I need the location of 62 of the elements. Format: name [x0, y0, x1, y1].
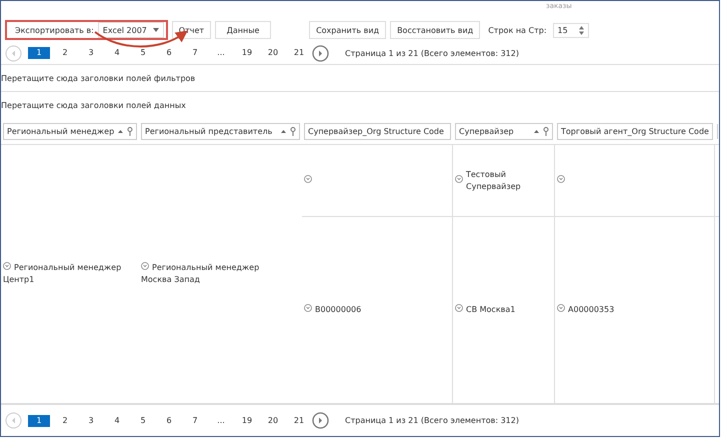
filter-icon	[543, 127, 549, 136]
page-summary: Страница 1 из 21 (Всего элементов: 312)	[345, 416, 519, 425]
page-link[interactable]: 21	[286, 47, 312, 59]
sort-icon	[534, 130, 539, 133]
export-label: Экспортировать в:	[15, 26, 94, 34]
caret-icon	[152, 28, 159, 32]
view-button[interactable]: Сохранить вид	[309, 21, 386, 39]
page-link[interactable]: 2	[52, 47, 78, 59]
spinner-icon	[578, 26, 584, 34]
table-cell-text: Региональный менеджер Москва Запад	[140, 262, 260, 286]
page-summary: Страница 1 из 21 (Всего элементов: 312)	[345, 48, 519, 58]
rows-per-page-label: Строк на Стр:	[488, 26, 547, 34]
next-page-icon[interactable]	[312, 412, 329, 429]
column-header[interactable]: Региональный менеджер	[3, 123, 137, 140]
page-link[interactable]: 4	[104, 414, 130, 426]
expand-icon[interactable]	[557, 174, 565, 182]
page-link[interactable]: 1	[28, 414, 50, 426]
column-header[interactable]: Супервайзер	[455, 123, 553, 140]
expand-icon[interactable]	[3, 262, 11, 270]
column-header[interactable]: Супервайзер_Org Structure Code	[304, 123, 451, 140]
expand-icon[interactable]	[304, 174, 312, 182]
page-link[interactable]: 6	[156, 414, 182, 426]
filter-icon	[290, 127, 296, 136]
page-link[interactable]: 19	[234, 414, 260, 426]
filter-icon	[127, 127, 133, 136]
page-link[interactable]: 7	[182, 47, 208, 59]
data-drop-area: Перетащите сюда заголовки полей данных	[1, 101, 186, 110]
page-link[interactable]: 7	[182, 414, 208, 426]
expand-icon[interactable]	[141, 262, 149, 270]
page-link[interactable]: 4	[104, 47, 130, 59]
table-cell: A00000353	[555, 217, 715, 403]
page-link[interactable]: 5	[130, 414, 156, 426]
page-link[interactable]: 2	[52, 414, 78, 426]
filter-drop-area: Перетащите сюда заголовки полей фильтров	[1, 74, 196, 82]
expand-icon[interactable]	[455, 304, 463, 312]
table-cell: СВ Москва1	[453, 217, 555, 403]
table-cell: Тестовый Супервайзер	[453, 145, 555, 217]
page-link[interactable]: 1	[28, 47, 50, 59]
sort-icon	[118, 130, 124, 133]
page-link[interactable]: 3	[78, 47, 104, 59]
export-format-select[interactable]: Excel 2007	[98, 22, 164, 38]
expand-icon[interactable]	[455, 174, 463, 182]
page-link[interactable]: 20	[260, 414, 286, 426]
expand-icon[interactable]	[557, 304, 565, 312]
page-link[interactable]: 20	[260, 47, 286, 59]
view-button[interactable]: Восстановить вид	[390, 21, 480, 39]
table-cell-text: Региональный менеджер Центр1	[2, 262, 122, 286]
column-header[interactable]: Региональный представитель	[141, 123, 300, 140]
page-link[interactable]: 6	[156, 47, 182, 59]
page-link[interactable]: 19	[234, 47, 260, 59]
column-header[interactable]: Торговый агент_Org Structure Code	[557, 123, 713, 140]
page-link[interactable]: 3	[78, 414, 104, 426]
page-link[interactable]: ...	[208, 47, 234, 59]
expand-icon[interactable]	[304, 304, 312, 312]
rows-per-page-field[interactable]: 15	[552, 22, 589, 38]
page-link[interactable]: 21	[286, 414, 312, 426]
next-page-icon[interactable]	[312, 44, 329, 62]
page-link[interactable]: 5	[130, 47, 156, 59]
sort-icon	[281, 130, 286, 133]
page-link[interactable]: ...	[208, 414, 234, 426]
export-button[interactable]: Данные	[215, 21, 272, 39]
table-cell: B00000006	[302, 217, 453, 403]
